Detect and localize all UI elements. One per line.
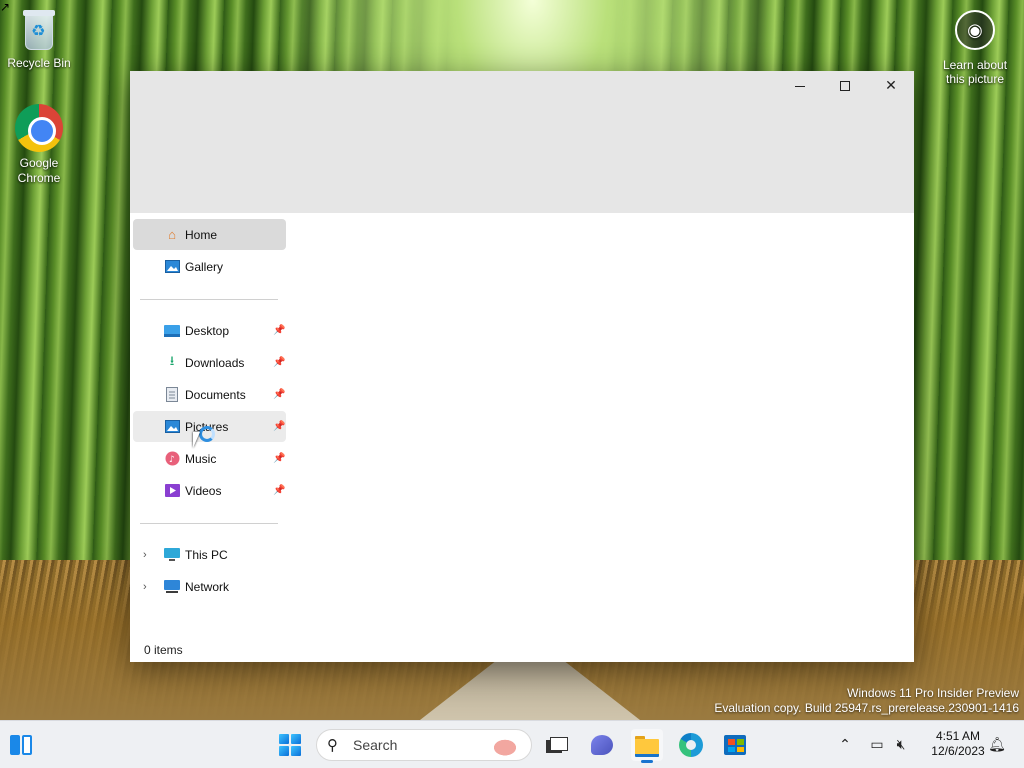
store-button[interactable] [719,729,751,761]
nav-item-label: Documents [185,387,246,402]
notification-bell-icon: 🔔︎ [988,737,1006,753]
svg-text:♪: ♪ [169,455,175,465]
nav-item-home[interactable]: ⌂ Home [133,219,286,250]
folder-icon [635,736,659,757]
start-button[interactable] [279,734,301,756]
desktop-icon-google-chrome[interactable]: Google Chrome [4,104,74,186]
navigation-pane: ⌂ Home Gallery Desktop 📌 ⭳ Downloads 📌 D… [130,213,290,633]
desktop-folder-icon [164,323,180,339]
clock-time: 4:51 AM [935,729,981,743]
learn-about-picture[interactable]: ◉ Learn about this picture [936,10,1014,86]
download-icon: ⭳ [169,352,175,368]
pin-icon[interactable]: 📌 [273,357,285,368]
shortcut-arrow-icon: ↗ [0,0,11,14]
desktop-icon-label: Google Chrome [17,156,61,185]
minimize-button[interactable] [777,71,823,101]
videos-icon [164,483,180,499]
nav-item-this-pc[interactable]: › This PC [133,539,286,570]
chevron-right-icon[interactable]: › [143,581,147,593]
task-view-button[interactable] [540,729,572,761]
document-icon [164,387,180,403]
chrome-icon [15,104,63,152]
network-status-icon: ▭ [870,737,884,753]
camera-icon: ◉ [955,10,995,50]
notifications-button[interactable]: 🔔︎ [986,721,1008,768]
pin-icon[interactable]: 📌 [273,389,285,400]
nav-separator [140,299,278,300]
clock[interactable]: 4:51 AM 12/6/2023 [920,729,996,759]
volume-muted-icon: 🔇︎ [896,737,906,753]
nav-item-documents[interactable]: Documents 📌 [133,379,286,410]
desktop-icon-recycle-bin[interactable]: ♻ Recycle Bin [4,8,74,71]
search-icon: ⚲ [327,736,338,754]
chat-button[interactable] [586,729,618,761]
search-highlight-icon [483,732,527,758]
edge-icon [679,733,703,757]
volume-tray-button[interactable]: 🔇︎ [890,721,912,768]
desktop-icon-label: Recycle Bin [7,56,71,70]
pin-icon[interactable]: 📌 [273,453,285,464]
file-explorer-taskbar-button[interactable] [631,729,663,763]
nav-item-label: Gallery [185,259,224,274]
close-icon: ✕ [885,78,897,94]
show-hidden-icons-button[interactable]: ⌃ [834,721,856,768]
nav-item-network[interactable]: › Network [133,571,286,602]
chevron-right-icon[interactable]: › [143,549,147,561]
watermark-line: Windows 11 Pro Insider Preview [847,686,1019,700]
active-indicator [641,760,653,763]
watermark-line: Evaluation copy. Build 25947.rs_prerelea… [714,701,1019,715]
home-icon: ⌂ [168,227,176,242]
pin-icon[interactable]: 📌 [273,325,285,336]
content-pane[interactable] [292,213,914,633]
pin-icon[interactable]: 📌 [273,485,285,496]
nav-item-music[interactable]: ♪ Music 📌 [133,443,286,474]
recycle-bin-icon: ♻ [21,8,57,52]
maximize-icon [840,81,850,91]
search-box[interactable]: ⚲ Search [316,729,532,761]
nav-item-label: Downloads [185,355,245,370]
computer-icon [164,547,180,563]
nav-item-label: This PC [185,547,228,562]
music-icon: ♪ [164,451,180,467]
close-button[interactable]: ✕ [868,71,914,101]
task-view-icon [546,737,568,753]
search-placeholder: Search [353,737,398,753]
chevron-up-icon: ⌃ [839,737,851,753]
nav-item-label: Desktop [185,323,230,338]
nav-separator [140,523,278,524]
nav-item-gallery[interactable]: Gallery [133,251,286,282]
nav-item-videos[interactable]: Videos 📌 [133,475,286,506]
edge-button[interactable] [675,729,707,761]
pictures-icon [164,419,180,435]
title-bar: ✕ [130,71,914,213]
taskbar: ⚲ Search ⌃ ▭ 🔇︎ 4:51 AM 12/6/2023 🔔︎ [0,720,1024,768]
nav-item-desktop[interactable]: Desktop 📌 [133,315,286,346]
network-tray-button[interactable]: ▭ [866,721,888,768]
widgets-button[interactable] [8,733,34,757]
nav-item-label: Videos [185,483,222,498]
windows-watermark: Windows 11 Pro Insider Preview Evaluatio… [714,686,1019,716]
chat-icon [591,735,613,755]
nav-item-label: Network [185,579,230,594]
store-icon [724,735,746,755]
learn-about-label: Learn about this picture [942,58,1008,86]
network-icon [164,579,180,595]
nav-item-downloads[interactable]: ⭳ Downloads 📌 [133,347,286,378]
nav-item-label: Home [185,227,218,242]
clock-date: 12/6/2023 [931,744,985,758]
maximize-button[interactable] [822,71,868,101]
pin-icon[interactable]: 📌 [273,421,285,432]
gallery-icon [164,259,180,275]
file-explorer-window: ✕ ⌂ Home Gallery Desktop 📌 ⭳ Downloads 📌… [130,71,914,662]
minimize-icon [795,85,805,87]
mouse-cursor-icon [193,432,207,452]
status-bar: 0 items [144,643,183,657]
nav-item-label: Music [185,451,217,466]
